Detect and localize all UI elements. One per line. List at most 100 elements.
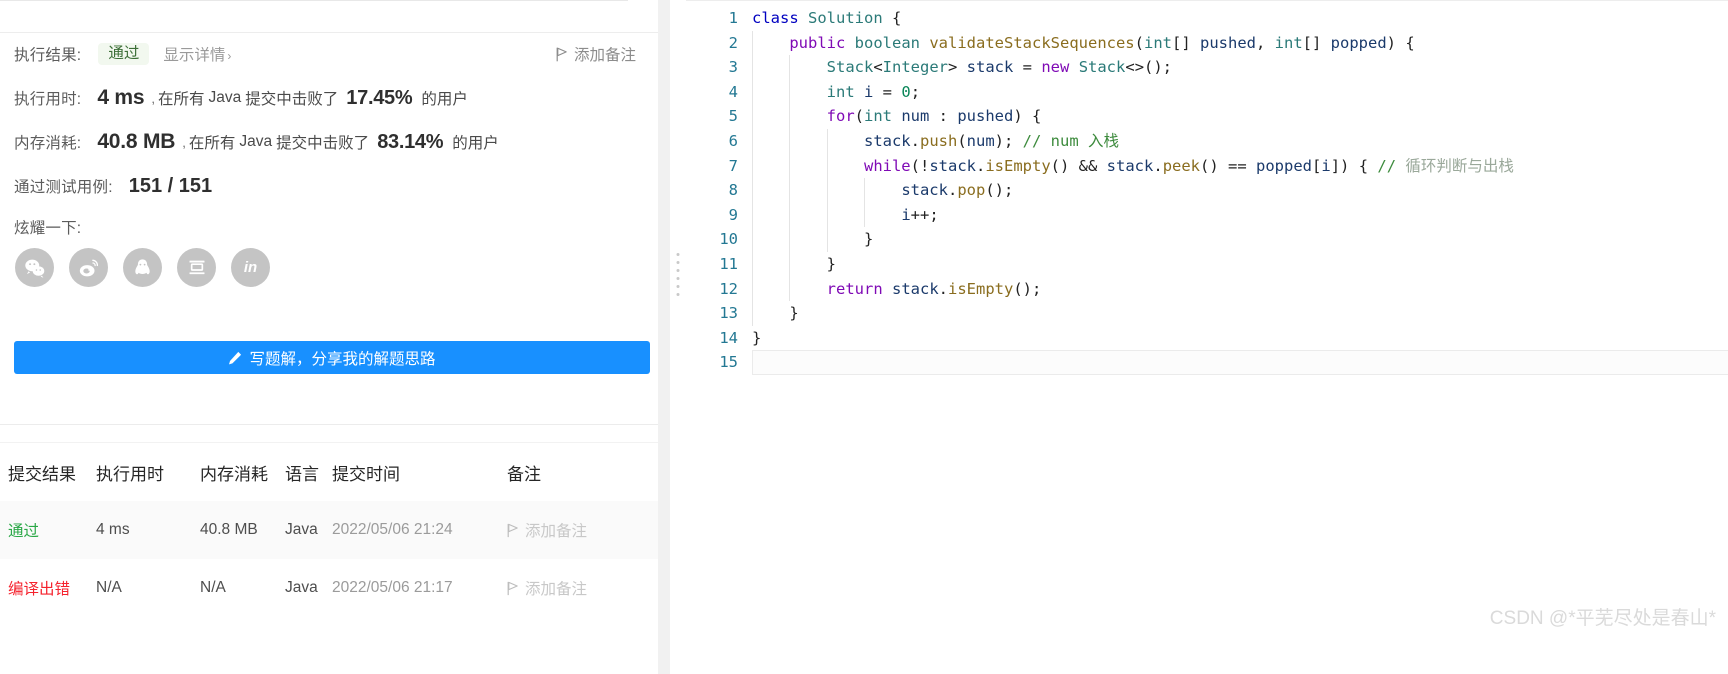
code-token: <>(); — [1125, 58, 1173, 77]
code-line[interactable]: 11 } — [686, 252, 1728, 277]
code-token: return — [826, 279, 883, 298]
code-token: [] — [1172, 33, 1200, 52]
submission-status-label: 编译出错 — [8, 581, 71, 598]
write-solution-button[interactable]: 写题解，分享我的解题思路 — [14, 341, 650, 374]
code-text: public boolean validateStackSequences(in… — [752, 31, 1415, 56]
column-header: 执行用时 — [96, 464, 164, 484]
line-number: 9 — [728, 205, 738, 224]
code-token: stack — [892, 279, 939, 298]
code-token: stack — [966, 58, 1014, 77]
table-row[interactable]: 编译出错 N/A N/A Java 2022/05/06 21:17 添加备注 — [0, 559, 670, 617]
code-line[interactable]: 12 return stack.isEmpty(); — [686, 276, 1728, 302]
submissions-table: 提交结果 执行用时 内存消耗 语言 提交时间 备注 通过 4 ms 40.8 MB Java 202… — [0, 443, 670, 617]
code-line[interactable]: 13 } — [686, 301, 1728, 326]
flag-icon — [556, 47, 567, 61]
runtime-percent: 17.45% — [346, 86, 413, 109]
write-solution-label: 写题解，分享我的解题思路 — [249, 350, 436, 368]
code-token: (! — [910, 156, 930, 175]
code-line[interactable]: 5 for(int num : pushed) { — [686, 104, 1728, 129]
code-token: < — [873, 58, 883, 77]
code-token: ); — [994, 132, 1023, 150]
line-number: 12 — [719, 279, 738, 298]
memory-language: Java — [239, 133, 273, 150]
code-line[interactable]: 4 int i = 0; — [686, 79, 1728, 105]
add-note-button[interactable]: 添加备注 — [556, 43, 636, 65]
memory-middle: 提交中击败了 — [276, 135, 370, 152]
code-token: pop — [957, 181, 986, 200]
line-number: 5 — [728, 107, 738, 126]
weibo-share-icon[interactable] — [69, 248, 108, 287]
code-line[interactable]: 8 stack.pop(); — [686, 178, 1728, 203]
grip-dot — [676, 261, 680, 264]
code-line[interactable]: 14} — [686, 326, 1728, 351]
pencil-icon — [229, 351, 242, 364]
line-number: 11 — [719, 255, 738, 273]
memory-label: 内存消耗: — [14, 135, 82, 152]
wechat-share-icon-glyph — [24, 259, 44, 278]
submission-status[interactable]: 编译出错 — [0, 577, 96, 599]
code-token: stack — [929, 156, 976, 175]
code-token: isEmpty — [985, 156, 1051, 175]
app-root: 执行结果: 通过 显示详情 › 添加备注 执行用时: 4 ms , 在所有 Jav… — [0, 0, 1728, 674]
code-line[interactable]: 10 } — [686, 227, 1728, 252]
qq-share-icon[interactable] — [123, 248, 162, 287]
line-number: 10 — [719, 230, 738, 249]
result-summary: 执行结果: 通过 显示详情 › 添加备注 执行用时: 4 ms , 在所有 Jav… — [0, 32, 658, 287]
code-token: (); — [985, 181, 1014, 200]
code-line[interactable]: 7 while(!stack.isEmpty() && stack.peek()… — [686, 153, 1728, 179]
submission-status[interactable]: 通过 — [0, 519, 96, 541]
douban-share-icon[interactable] — [177, 248, 216, 287]
code-token: ) { — [1386, 33, 1415, 52]
table-row[interactable]: 通过 4 ms 40.8 MB Java 2022/05/06 21:24 添加备注 — [0, 501, 670, 559]
submission-runtime: N/A — [96, 579, 122, 596]
line-number: 4 — [728, 82, 738, 101]
code-text: return stack.isEmpty(); — [752, 277, 1042, 302]
code-editor[interactable]: 1 class Solution {2 public boolean valida… — [686, 0, 1728, 674]
code-token: : — [929, 107, 958, 126]
code-text: for(int num : pushed) { — [752, 104, 1042, 129]
code-token: ) { — [1013, 107, 1042, 126]
code-token: push — [920, 132, 958, 150]
code-line[interactable]: 15 — [686, 350, 1728, 375]
column-header: 内存消耗 — [200, 464, 268, 484]
code-token: . — [938, 279, 949, 298]
show-detail-text: 显示详情 — [163, 47, 226, 64]
line-number: 3 — [728, 58, 738, 77]
submission-language: Java — [285, 579, 318, 596]
line-number: 7 — [728, 156, 738, 175]
code-token: 0 — [901, 82, 911, 101]
show-detail-link[interactable]: 显示详情 › — [163, 43, 231, 65]
memory-row: 内存消耗: 40.8 MB , 在所有 Java 提交中击败了 83.14% 的… — [14, 120, 644, 164]
code-token: popped — [1256, 156, 1313, 175]
runtime-prefix: 在所有 — [158, 91, 205, 108]
code-line[interactable]: 2 public boolean validateStackSequences(… — [686, 30, 1728, 56]
code-line[interactable]: 9 i++; — [686, 202, 1728, 228]
memory-percent: 83.14% — [377, 130, 444, 153]
runtime-row: 执行用时: 4 ms , 在所有 Java 提交中击败了 17.45% 的用户 — [14, 76, 644, 120]
row-add-note-button[interactable]: 添加备注 — [507, 519, 647, 541]
code-token: ( — [854, 107, 864, 126]
row-add-note-label: 添加备注 — [525, 523, 588, 540]
wechat-share-icon[interactable] — [15, 248, 54, 287]
code-token: i — [901, 205, 911, 224]
runtime-language: Java — [208, 89, 242, 106]
linkedin-share-icon[interactable]: in — [231, 248, 270, 287]
exec-result-label: 执行结果: — [14, 47, 82, 64]
code-token: } — [752, 230, 874, 249]
panel-splitter-handle[interactable] — [670, 0, 686, 674]
active-line-highlight — [752, 350, 1728, 375]
left-panel-scrollbar[interactable] — [658, 0, 670, 674]
code-line[interactable]: 1 class Solution { — [686, 6, 1728, 31]
submission-time: 2022/05/06 21:17 — [332, 579, 453, 596]
code-token: [ — [1312, 156, 1322, 175]
code-line[interactable]: 3 Stack<Integer> stack = new Stack<>(); — [686, 55, 1728, 80]
memory-value: 40.8 MB — [97, 130, 176, 153]
code-line[interactable]: 6 stack.push(num); // num 入栈 — [686, 129, 1728, 154]
code-token: stack — [863, 132, 911, 150]
row-add-note-button[interactable]: 添加备注 — [507, 577, 647, 599]
